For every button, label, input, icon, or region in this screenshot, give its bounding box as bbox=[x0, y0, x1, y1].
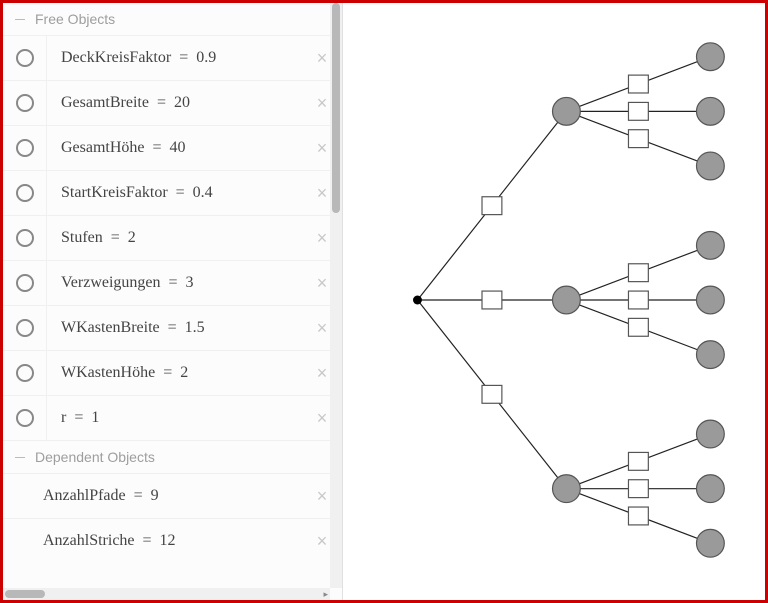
object-label: DeckKreisFaktor = 0.9 bbox=[47, 49, 302, 67]
dependent-object-row[interactable]: AnzahlStriche = 12× bbox=[3, 518, 342, 563]
radio-icon bbox=[16, 49, 34, 67]
collapse-dash-icon bbox=[15, 19, 25, 20]
object-label: r = 1 bbox=[47, 409, 302, 427]
section-title-free: Free Objects bbox=[35, 11, 115, 27]
radio-icon bbox=[16, 319, 34, 337]
visibility-toggle[interactable] bbox=[3, 306, 47, 350]
free-object-row[interactable]: StartKreisFaktor = 0.4× bbox=[3, 170, 342, 215]
object-label: AnzahlStriche = 12 bbox=[3, 532, 302, 550]
visibility-toggle[interactable] bbox=[3, 171, 47, 215]
free-object-row[interactable]: GesamtHöhe = 40× bbox=[3, 125, 342, 170]
sidebar-scrollbar-horizontal[interactable]: ▸ bbox=[3, 588, 330, 600]
object-label: StartKreisFaktor = 0.4 bbox=[47, 184, 302, 202]
dependent-object-row[interactable]: AnzahlPfade = 9× bbox=[3, 473, 342, 518]
section-title-dependent: Dependent Objects bbox=[35, 449, 155, 465]
scrollbar-thumb[interactable] bbox=[332, 3, 340, 213]
free-object-row[interactable]: GesamtBreite = 20× bbox=[3, 80, 342, 125]
scroll-right-arrow-icon[interactable]: ▸ bbox=[323, 588, 328, 600]
visibility-toggle[interactable] bbox=[3, 36, 47, 80]
object-label: Stufen = 2 bbox=[47, 229, 302, 247]
scrollbar-thumb[interactable] bbox=[5, 590, 45, 598]
section-header-free[interactable]: Free Objects bbox=[3, 3, 342, 35]
visibility-toggle[interactable] bbox=[3, 126, 47, 170]
radio-icon bbox=[16, 94, 34, 112]
object-label: GesamtBreite = 20 bbox=[47, 94, 302, 112]
visibility-toggle[interactable] bbox=[3, 351, 47, 395]
visibility-toggle[interactable] bbox=[3, 216, 47, 260]
object-label: GesamtHöhe = 40 bbox=[47, 139, 302, 157]
object-label: AnzahlPfade = 9 bbox=[3, 487, 302, 505]
algebra-sidebar: Free Objects DeckKreisFaktor = 0.9×Gesam… bbox=[3, 3, 343, 600]
radio-icon bbox=[16, 274, 34, 292]
object-label: WKastenBreite = 1.5 bbox=[47, 319, 302, 337]
free-object-row[interactable]: WKastenBreite = 1.5× bbox=[3, 305, 342, 350]
graphics-canvas[interactable] bbox=[343, 3, 765, 600]
free-object-row[interactable]: Verzweigungen = 3× bbox=[3, 260, 342, 305]
radio-icon bbox=[16, 229, 34, 247]
radio-icon bbox=[16, 364, 34, 382]
sidebar-scrollbar-vertical[interactable] bbox=[330, 3, 342, 588]
free-object-row[interactable]: DeckKreisFaktor = 0.9× bbox=[3, 35, 342, 80]
visibility-toggle[interactable] bbox=[3, 81, 47, 125]
visibility-toggle[interactable] bbox=[3, 396, 47, 440]
app-frame: Free Objects DeckKreisFaktor = 0.9×Gesam… bbox=[0, 0, 768, 603]
collapse-dash-icon bbox=[15, 457, 25, 458]
radio-icon bbox=[16, 184, 34, 202]
visibility-toggle[interactable] bbox=[3, 261, 47, 305]
object-label: Verzweigungen = 3 bbox=[47, 274, 302, 292]
free-object-row[interactable]: Stufen = 2× bbox=[3, 215, 342, 260]
radio-icon bbox=[16, 139, 34, 157]
free-object-row[interactable]: WKastenHöhe = 2× bbox=[3, 350, 342, 395]
object-label: WKastenHöhe = 2 bbox=[47, 364, 302, 382]
free-object-row[interactable]: r = 1× bbox=[3, 395, 342, 440]
section-header-dependent[interactable]: Dependent Objects bbox=[3, 440, 342, 473]
radio-icon bbox=[16, 409, 34, 427]
